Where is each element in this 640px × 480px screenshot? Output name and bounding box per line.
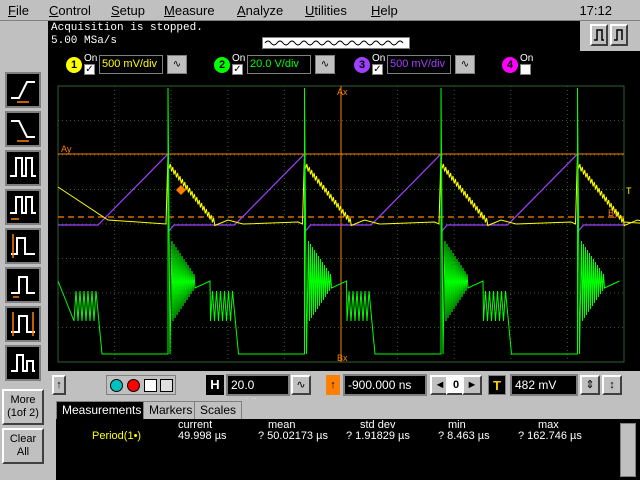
clear-all-button[interactable]: Clear All [2,428,44,464]
channel-2-scale-field[interactable]: 20.0 V/div [247,55,311,74]
channel-3-number[interactable]: 3 [354,57,370,73]
width-trigger-button[interactable] [5,306,41,342]
marker-ax-label: Ax [337,87,348,97]
channel-1-scale-field[interactable]: 500 mV/div [99,55,163,74]
clear-sub-label: All [16,446,30,458]
menu-help[interactable]: Help [371,3,398,18]
tab-measurements[interactable]: Measurements [56,401,148,419]
menu-control[interactable]: Control [49,3,91,18]
menu-measure[interactable]: Measure [164,3,215,18]
channel-on-label: On [372,53,386,64]
channel-2-trace [57,87,620,355]
channel-1-number[interactable]: 1 [66,57,82,73]
channel-on-label: On [84,53,98,64]
menu-setup[interactable]: Setup [111,3,145,18]
value-stddev: ? 1.91829 µs [346,430,410,442]
channel-1-checkbox[interactable]: ✓ [84,64,95,75]
runt-trigger-button[interactable] [5,345,41,381]
marker-diamond-icon [176,185,186,195]
timebase-tune-button[interactable]: ∿ [291,375,311,395]
run-stop-button[interactable] [590,24,608,46]
rising-edge-icon [11,81,35,103]
marker-bx-label: Bx [337,353,348,363]
pulse-trigger-button[interactable] [5,150,41,186]
display-buttons [106,375,176,395]
scroll-up-button[interactable]: ↑ [52,375,66,395]
channel-2-number[interactable]: 2 [214,57,230,73]
glitch-trigger-button[interactable] [5,267,41,303]
tab-scales[interactable]: Scales [194,401,243,419]
falling-edge-icon [11,120,35,142]
tab-markers[interactable]: Markers [143,401,199,419]
horizontal-label: H [206,375,224,395]
value-current: 49.998 µs [178,430,227,442]
trigger-level-label: T [626,186,632,196]
channel-2-checkbox[interactable]: ✓ [232,64,243,75]
waveform-overview[interactable] [262,37,410,49]
waveform-display[interactable]: Ax Bx Ay By T [48,79,640,371]
marker-ay-label: Ay [61,144,72,154]
measurement-name[interactable]: Period(1•) [92,430,141,442]
value-mean: ? 50.02173 µs [258,430,328,442]
acquisition-status: Acquisition is stopped. [51,22,203,34]
pattern-trigger-icon [10,196,36,220]
channel-4-number[interactable]: 4 [502,57,518,73]
more-label: More [10,394,36,406]
single-pulse-icon [614,29,623,41]
more-button[interactable]: More (1of 2) [2,389,44,425]
channel-3-tune-button[interactable]: ∿ [455,55,475,74]
menu-bar: File Control Setup Measure Analyze Utili… [0,0,640,21]
timeout-icon [11,234,35,258]
measurement-scrollbar[interactable] [620,423,636,477]
timeout-trigger-button[interactable] [5,228,41,264]
status-panel: Acquisition is stopped. 5.00 MSa/s [48,21,580,51]
channel-3-scale-field[interactable]: 500 mV/div [387,55,451,74]
channel-on-label: On [232,53,246,64]
trigger-level-button[interactable]: ⇕ [580,375,600,395]
falling-edge-trigger-button[interactable] [5,111,41,147]
channel-on-label: On [520,53,534,64]
value-min: ? 8.463 µs [438,430,490,442]
cyan-dot-icon[interactable] [110,379,123,392]
channel-4-checkbox[interactable] [520,64,531,75]
channel-2-tune-button[interactable]: ∿ [315,55,335,74]
menu-analyze[interactable]: Analyze [237,3,283,18]
save-icon[interactable] [144,379,157,392]
pulse-trigger-icon [10,157,36,177]
clock: 17:12 [579,3,612,18]
delay-right-button[interactable]: ► [462,375,482,395]
measurement-panel: Measurements Markers Scales current mean… [48,399,640,480]
left-toolbar: More (1of 2) Clear All [0,21,48,480]
channel-3-checkbox[interactable]: ✓ [372,64,383,75]
runt-icon [11,354,35,372]
print-icon[interactable] [160,379,173,392]
timebase-field[interactable]: 20.0 µs/div [226,374,290,410]
value-max: ? 162.746 µs [518,430,582,442]
trigger-slope-button[interactable]: ↕ [602,375,622,395]
control-bar: ↑ H 20.0 µs/div ∿ ↑ -900.000 ns ◄ 0 ► T … [48,371,640,410]
record-icon[interactable] [127,379,140,392]
delay-field[interactable]: -900.000 ns [343,374,427,396]
channel-1-trace [57,153,640,227]
graticule: AxBxAyByT [57,85,640,363]
sample-rate: 5.00 MSa/s [51,35,118,47]
clear-label: Clear [9,433,37,445]
trigger-label: T [488,375,506,395]
delay-marker-icon: ↑ [326,375,340,395]
more-page-label: (1of 2) [7,407,39,419]
channel-bar: 1 On ✓ 500 mV/div ∿ 2 On ✓ 20.0 V/div ∿ 3 On ✓ 500 mV… [48,51,640,79]
glitch-icon [11,276,35,298]
measurement-table: current mean std dev min max Period(1•) … [56,419,640,480]
width-trigger-icon [11,312,35,336]
menu-file[interactable]: File [8,3,29,18]
channel-1-tune-button[interactable]: ∿ [167,55,187,74]
trigger-level-field[interactable]: 482 mV [510,374,578,396]
menu-utilities[interactable]: Utilities [305,3,347,18]
pulse-icon [594,29,604,41]
pattern-trigger-button[interactable] [5,189,41,225]
rising-edge-trigger-button[interactable] [5,72,41,108]
single-button[interactable] [610,24,628,46]
